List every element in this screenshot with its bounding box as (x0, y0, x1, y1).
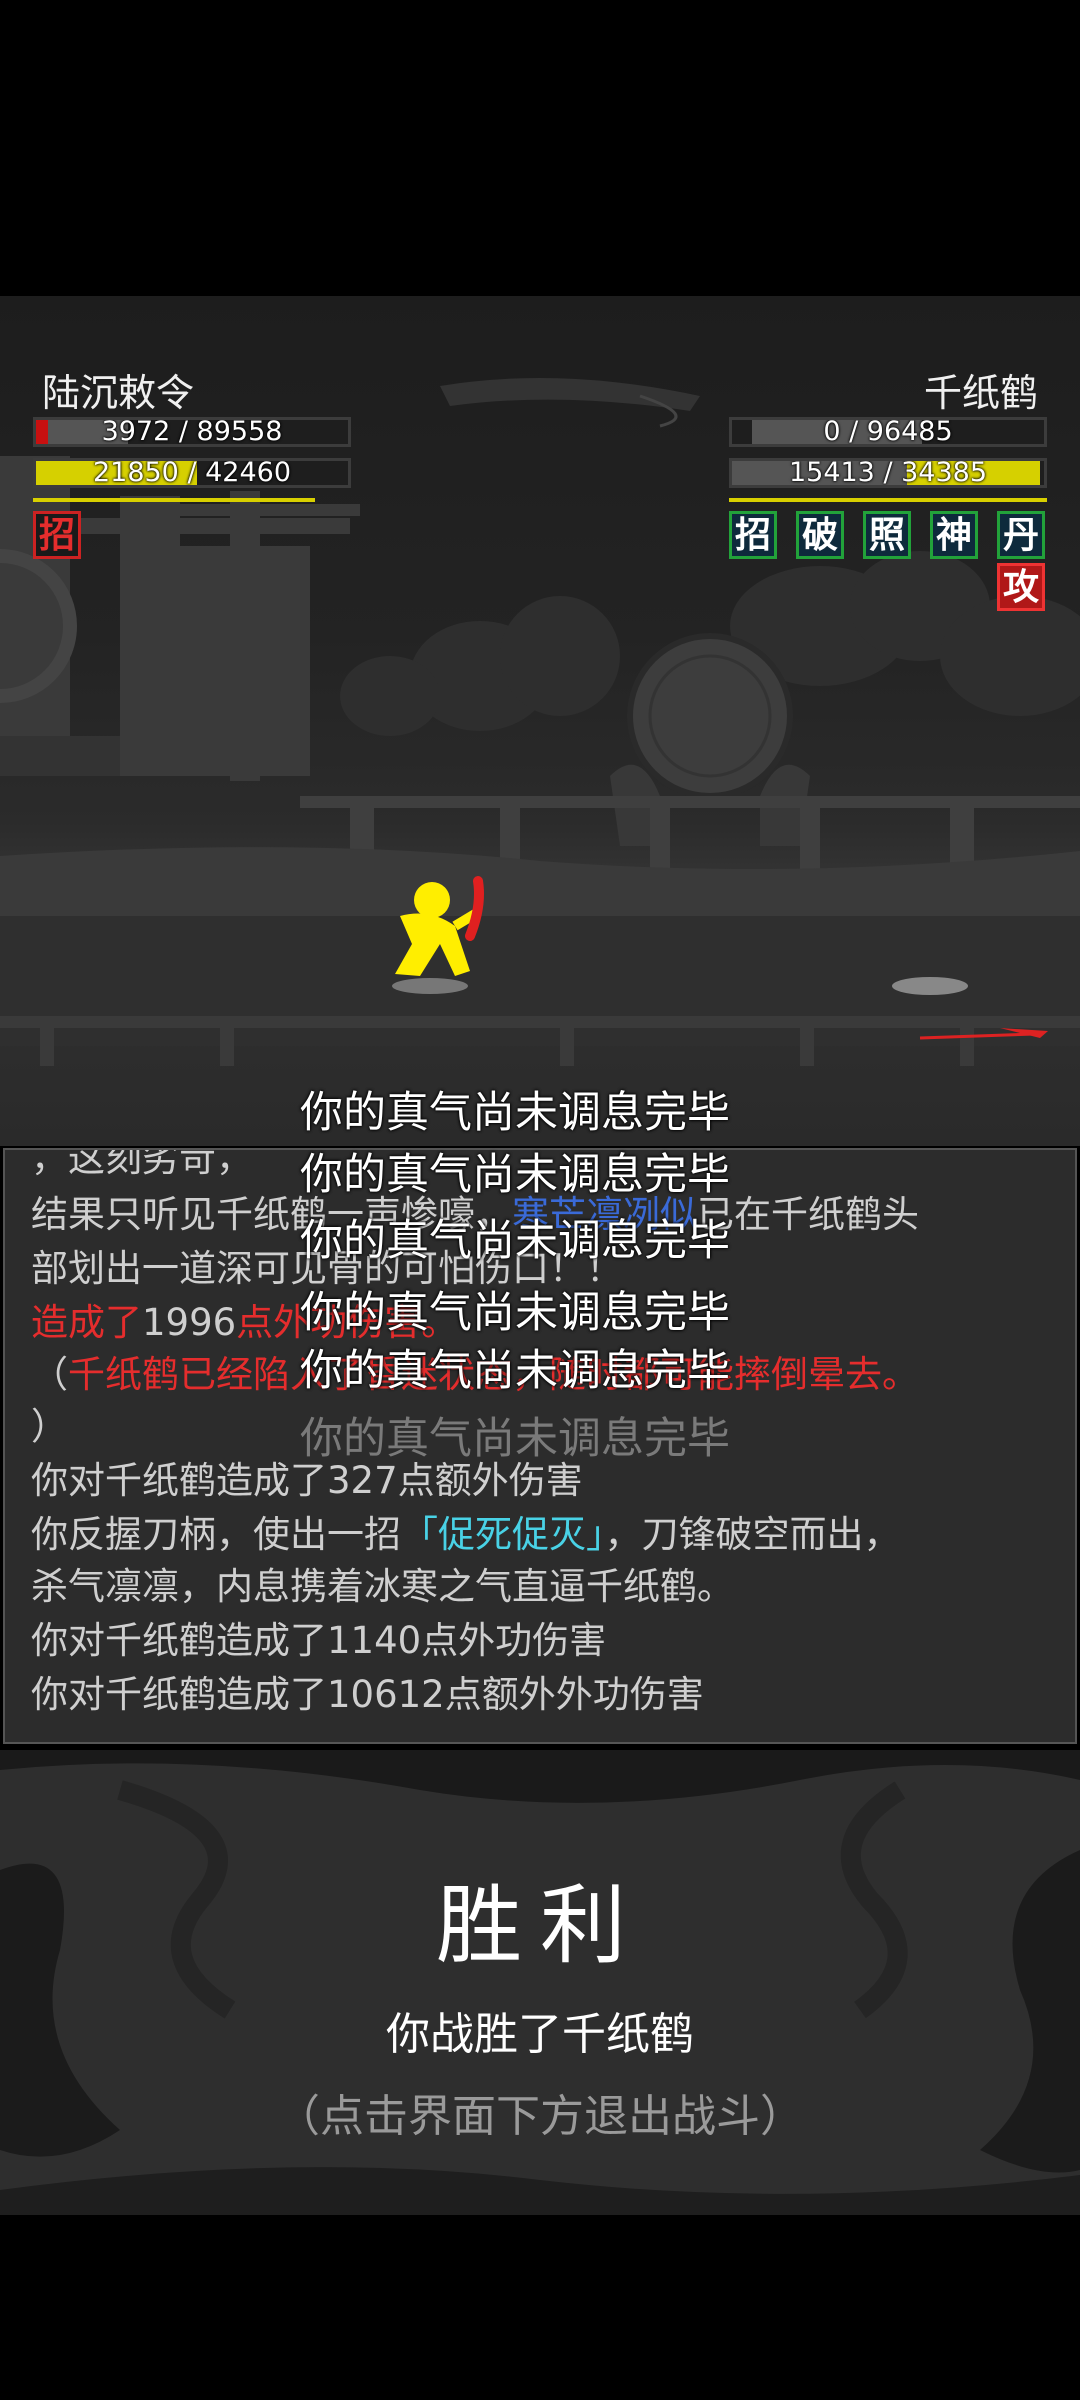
victory-title: 胜利 (436, 1876, 644, 1976)
exit-hint[interactable]: （点击界面下方退出战斗） (0, 2080, 1080, 2144)
player-skill-zhao[interactable]: 招 (33, 511, 81, 559)
player-divider (33, 498, 315, 502)
log-line: 杀气凛凛，内息携着冰寒之气直逼千纸鹤。 (31, 1565, 734, 1608)
log-line: ，这刻劣苛， (31, 1148, 253, 1180)
player-qi-text: 21850 / 42460 (92, 458, 292, 488)
enemy-qi-text: 15413 / 34385 (788, 458, 988, 488)
player-hp-text: 3972 / 89558 (101, 417, 283, 447)
log-line: 你反握刀柄，使出一招「促死促灭」，刀锋破空而出， (31, 1513, 901, 1556)
player-hp-bar: 3972 / 89558 (33, 417, 351, 447)
enemy-skill-zhao[interactable]: 招 (729, 511, 777, 559)
smoke-decoration (0, 1750, 1080, 2215)
victory-subtitle: 你战胜了千纸鹤 (386, 2009, 694, 2060)
enemy-skill-zhao2[interactable]: 照 (863, 511, 911, 559)
enemy-hp-bar: 0 / 96485 (729, 417, 1047, 447)
log-line: ） (31, 1405, 68, 1448)
enemy-hp-text: 0 / 96485 (823, 417, 953, 447)
floating-message: 你的真气尚未调息完毕 (300, 1088, 730, 1138)
player-name: 陆沉敕令 (42, 371, 195, 415)
enemy-skill-po[interactable]: 破 (796, 511, 844, 559)
enemy-skill-shen[interactable]: 神 (930, 511, 978, 559)
victory-panel[interactable] (0, 1750, 1080, 2215)
enemy-status-attack: 攻 (997, 563, 1045, 611)
enemy-qi-bar: 15413 / 34385 (729, 458, 1047, 488)
enemy-name: 千纸鹤 (923, 371, 1038, 415)
log-line: 你对千纸鹤造成了10612点额外外功伤害 (31, 1673, 704, 1716)
enemy-divider (729, 498, 1047, 502)
player-qi-bar: 21850 / 42460 (33, 458, 351, 488)
floating-message: 你的真气尚未调息完毕 (300, 1288, 730, 1338)
floating-message: 你的真气尚未调息完毕 (300, 1414, 730, 1464)
enemy-skill-dan[interactable]: 丹 (997, 511, 1045, 559)
floating-message: 你的真气尚未调息完毕 (300, 1346, 730, 1396)
floating-message: 你的真气尚未调息完毕 (300, 1216, 730, 1266)
log-line: 你对千纸鹤造成了1140点外功伤害 (31, 1619, 607, 1662)
floating-message: 你的真气尚未调息完毕 (300, 1150, 730, 1200)
